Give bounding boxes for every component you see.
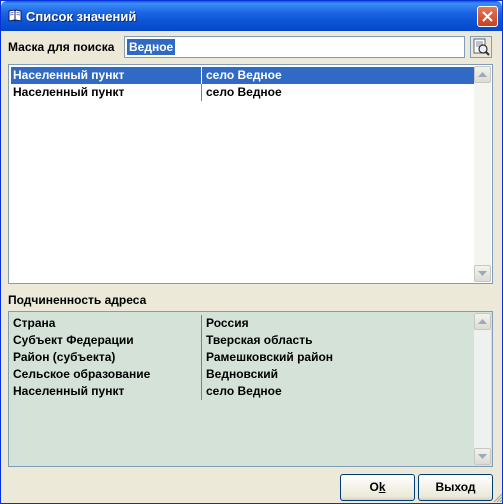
exit-button[interactable]: Выход <box>418 474 493 501</box>
arrow-down-icon <box>478 454 487 459</box>
scroll-down-button[interactable] <box>474 448 491 465</box>
row-value: Ведновский <box>206 367 279 381</box>
column-divider <box>201 383 202 400</box>
row-type: Населенный пункт <box>13 68 125 82</box>
find-icon[interactable] <box>470 36 492 58</box>
search-input-value: Ведное <box>127 39 176 55</box>
list-item[interactable]: Страна Россия <box>11 315 476 332</box>
list-item[interactable]: Населенный пункт село Ведное <box>11 84 476 101</box>
arrow-up-icon <box>478 319 487 324</box>
scroll-up-button[interactable] <box>474 313 491 330</box>
row-type: Страна <box>13 316 56 330</box>
results-list[interactable]: Населенный пункт село Ведное Населенный … <box>8 64 493 284</box>
scroll-down-button[interactable] <box>474 265 491 282</box>
ok-button[interactable]: Ok <box>340 474 415 501</box>
row-type: Населенный пункт <box>13 85 125 99</box>
search-input[interactable]: Ведное <box>124 36 465 58</box>
list-item[interactable]: Населенный пункт село Ведное <box>11 383 476 400</box>
row-value: село Ведное <box>206 384 282 398</box>
results-scrollbar[interactable] <box>474 66 491 282</box>
close-button[interactable] <box>477 6 498 27</box>
column-divider <box>201 67 202 84</box>
window-title: Список значений <box>26 9 137 24</box>
row-type: Район (субъекта) <box>13 350 116 364</box>
search-label: Маска для поиска <box>8 40 115 54</box>
column-divider <box>201 366 202 383</box>
row-value: село Ведное <box>206 68 282 82</box>
list-item[interactable]: Субъект Федерации Тверская область <box>11 332 476 349</box>
close-icon <box>482 11 493 22</box>
list-item[interactable]: Район (субъекта) Рамешковский район <box>11 349 476 366</box>
resize-grip-icon[interactable] <box>493 493 503 503</box>
hierarchy-list[interactable]: Страна Россия Субъект Федерации Тверская… <box>8 311 493 467</box>
title-bar[interactable]: Список значений <box>1 1 502 31</box>
arrow-up-icon <box>478 72 487 77</box>
row-value: Рамешковский район <box>206 350 334 364</box>
column-divider <box>201 84 202 101</box>
scroll-up-button[interactable] <box>474 66 491 83</box>
row-value: Тверская область <box>206 333 313 347</box>
list-item[interactable]: Сельское образование Ведновский <box>11 366 476 383</box>
row-value: село Ведное <box>206 85 282 99</box>
hierarchy-label: Подчиненность адреса <box>8 293 147 307</box>
list-item[interactable]: Населенный пункт село Ведное <box>11 67 476 84</box>
column-divider <box>201 349 202 366</box>
row-type: Сельское образование <box>13 367 151 381</box>
exit-button-label: Выход <box>435 480 476 494</box>
column-divider <box>201 315 202 332</box>
column-divider <box>201 332 202 349</box>
arrow-down-icon <box>478 271 487 276</box>
dialog-window: Список значений Маска для поиска Ведное … <box>0 0 503 504</box>
row-type: Субъект Федерации <box>13 333 134 347</box>
book-icon <box>8 9 22 22</box>
row-value: Россия <box>206 316 249 330</box>
ok-button-label: Ok <box>369 480 386 494</box>
row-type: Населенный пункт <box>13 384 125 398</box>
hierarchy-scrollbar[interactable] <box>474 313 491 465</box>
